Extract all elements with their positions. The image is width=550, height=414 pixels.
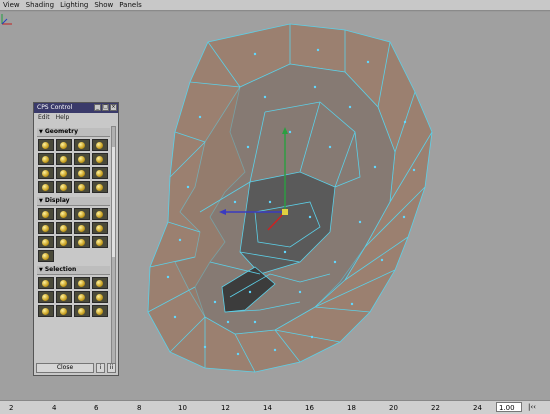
tool-button[interactable] bbox=[74, 277, 90, 289]
tool-button[interactable] bbox=[56, 236, 72, 248]
section-selection[interactable]: ▼ Selection bbox=[37, 266, 110, 275]
current-frame-field[interactable]: 1.00 bbox=[496, 402, 522, 412]
cps-title-text: CPS Control bbox=[37, 104, 73, 111]
tool-button[interactable] bbox=[92, 208, 108, 220]
tool-button[interactable] bbox=[74, 222, 90, 234]
time-tick-label: 4 bbox=[52, 404, 57, 412]
tool-button[interactable] bbox=[92, 153, 108, 165]
tool-button[interactable] bbox=[74, 167, 90, 179]
tool-button[interactable] bbox=[92, 139, 108, 151]
tool-button[interactable] bbox=[56, 208, 72, 220]
menu-lighting[interactable]: Lighting bbox=[60, 0, 88, 10]
close-window-button[interactable]: × bbox=[110, 104, 117, 111]
time-tick-label: 10 bbox=[178, 404, 187, 412]
time-tick-label: 24 bbox=[473, 404, 482, 412]
time-tick-label: 18 bbox=[347, 404, 356, 412]
tool-button[interactable] bbox=[56, 167, 72, 179]
display-tools bbox=[37, 206, 110, 264]
tool-button[interactable] bbox=[74, 291, 90, 303]
cps-tool-panel: ▼ Geometry ▼ Display ▼ Selection bbox=[37, 126, 110, 364]
tool-button[interactable] bbox=[38, 277, 54, 289]
close-button[interactable]: Close bbox=[36, 363, 94, 373]
menu-view[interactable]: View bbox=[3, 0, 20, 10]
tool-button[interactable] bbox=[38, 222, 54, 234]
time-tick-label: 20 bbox=[389, 404, 398, 412]
tool-button[interactable] bbox=[74, 153, 90, 165]
time-tick-label: 2 bbox=[9, 404, 14, 412]
time-slider[interactable]: 2 4 6 8 10 12 14 16 18 20 22 24 1.00 |‹‹ bbox=[0, 400, 550, 414]
tool-button[interactable] bbox=[38, 305, 54, 317]
section-geometry-label: Geometry bbox=[44, 128, 79, 135]
tool-button[interactable] bbox=[38, 167, 54, 179]
options-button[interactable]: ii bbox=[107, 363, 116, 373]
tool-button[interactable] bbox=[92, 305, 108, 317]
tool-button[interactable] bbox=[92, 277, 108, 289]
cps-title-bar[interactable]: CPS Control _ □ × bbox=[34, 103, 118, 113]
collapse-arrow-icon: ▼ bbox=[39, 198, 43, 204]
section-selection-label: Selection bbox=[44, 266, 77, 273]
collapse-arrow-icon: ▼ bbox=[39, 267, 43, 273]
cps-scrollbar[interactable] bbox=[111, 126, 116, 364]
menu-shading[interactable]: Shading bbox=[26, 0, 54, 10]
time-tick-label: 6 bbox=[94, 404, 99, 412]
time-tick-label: 22 bbox=[431, 404, 440, 412]
collapse-arrow-icon: ▼ bbox=[39, 129, 43, 135]
tool-button[interactable] bbox=[38, 236, 54, 248]
time-tick-label: 8 bbox=[137, 404, 142, 412]
tool-button[interactable] bbox=[56, 181, 72, 193]
maximize-button[interactable]: □ bbox=[102, 104, 109, 111]
tool-button[interactable] bbox=[74, 181, 90, 193]
tool-button[interactable] bbox=[74, 139, 90, 151]
tool-button[interactable] bbox=[38, 250, 54, 262]
viewport-menubar: View Shading Lighting Show Panels bbox=[0, 0, 550, 11]
time-tick-label: 14 bbox=[263, 404, 272, 412]
info-button[interactable]: i bbox=[96, 363, 105, 373]
scrollbar-thumb[interactable] bbox=[112, 147, 115, 257]
tool-button[interactable] bbox=[56, 277, 72, 289]
tool-button[interactable] bbox=[38, 208, 54, 220]
tool-button[interactable] bbox=[92, 236, 108, 248]
time-tick-label: 16 bbox=[305, 404, 314, 412]
cps-menubar: Edit Help bbox=[34, 113, 118, 122]
tool-button[interactable] bbox=[74, 305, 90, 317]
minimize-button[interactable]: _ bbox=[94, 104, 101, 111]
axis-orientation-icon bbox=[1, 14, 12, 25]
menu-panels[interactable]: Panels bbox=[119, 0, 142, 10]
menu-edit[interactable]: Edit bbox=[38, 113, 50, 122]
section-display[interactable]: ▼ Display bbox=[37, 197, 110, 206]
tool-button[interactable] bbox=[38, 181, 54, 193]
tool-button[interactable] bbox=[74, 208, 90, 220]
tool-button[interactable] bbox=[38, 139, 54, 151]
tool-button[interactable] bbox=[56, 305, 72, 317]
menu-show[interactable]: Show bbox=[94, 0, 113, 10]
tool-button[interactable] bbox=[38, 153, 54, 165]
menu-help[interactable]: Help bbox=[56, 113, 70, 122]
tool-button[interactable] bbox=[38, 291, 54, 303]
tool-button[interactable] bbox=[92, 167, 108, 179]
go-to-start-button[interactable]: |‹‹ bbox=[528, 403, 536, 411]
tool-button[interactable] bbox=[56, 291, 72, 303]
tool-button[interactable] bbox=[56, 222, 72, 234]
tool-button[interactable] bbox=[74, 236, 90, 248]
cps-control-window: CPS Control _ □ × Edit Help ▼ Geometry ▼… bbox=[33, 102, 119, 376]
tool-button[interactable] bbox=[92, 181, 108, 193]
selection-tools bbox=[37, 275, 110, 319]
tool-button[interactable] bbox=[92, 291, 108, 303]
tool-button[interactable] bbox=[56, 153, 72, 165]
section-display-label: Display bbox=[44, 197, 70, 204]
section-geometry[interactable]: ▼ Geometry bbox=[37, 128, 110, 137]
cps-footer: Close i ii bbox=[36, 363, 116, 373]
tool-button[interactable] bbox=[92, 222, 108, 234]
geometry-tools bbox=[37, 137, 110, 195]
time-tick-label: 12 bbox=[221, 404, 230, 412]
tool-button[interactable] bbox=[56, 139, 72, 151]
